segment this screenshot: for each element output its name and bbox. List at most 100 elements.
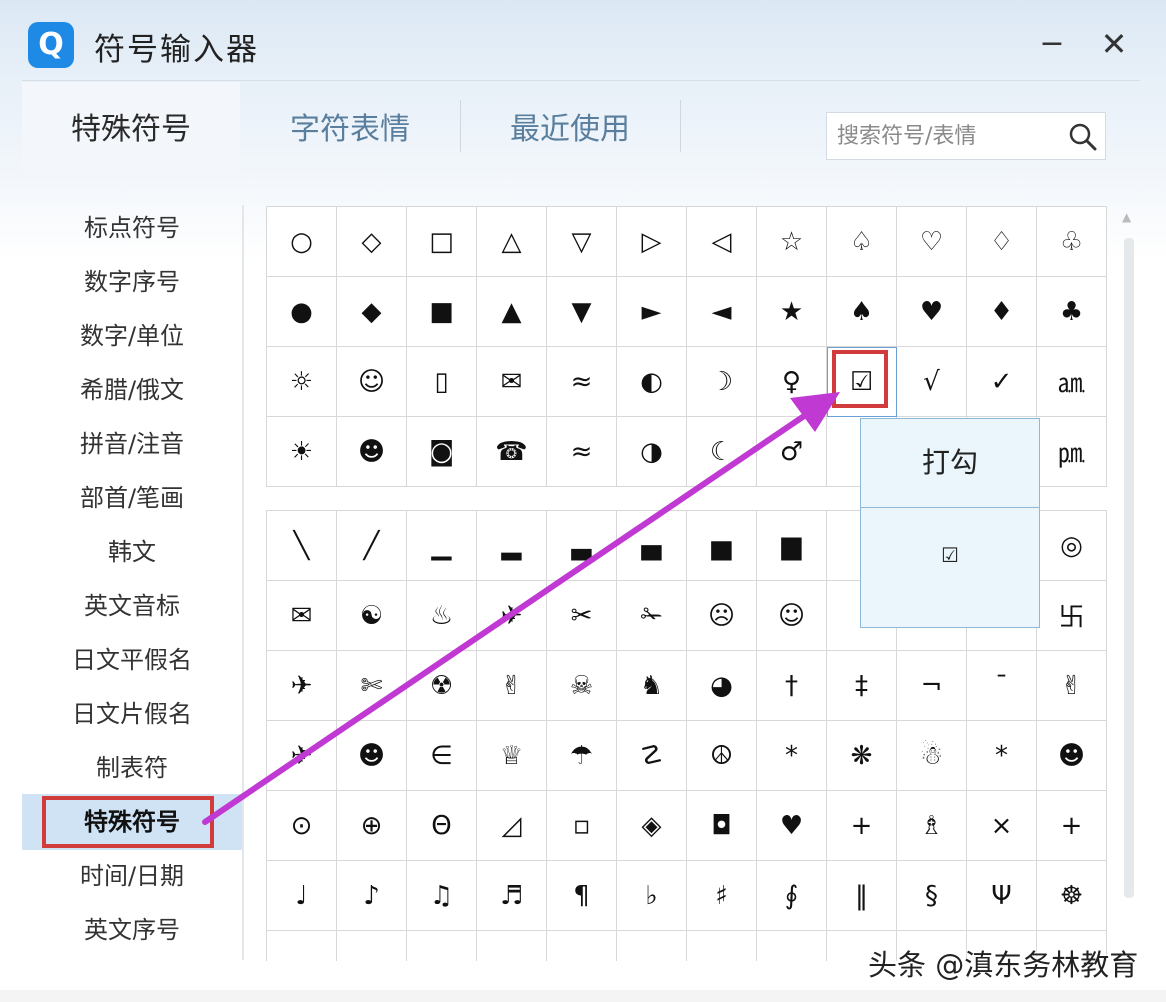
symbol-cell[interactable]: ◎ [1037,511,1107,581]
symbol-cell[interactable]: ☾ [687,417,757,487]
symbol-cell[interactable]: ♯ [687,861,757,931]
symbol-cell[interactable] [477,931,547,961]
sidebar-item-radicals-strokes[interactable]: 部首/笔画 [22,470,242,526]
symbol-cell[interactable]: ♩ [267,861,337,931]
tab-char-emoticons[interactable]: 字符表情 [240,82,460,178]
symbol-cell[interactable]: ☮ [687,721,757,791]
symbol-cell[interactable]: ♕ [477,721,547,791]
symbol-cell[interactable]: ≈ [547,347,617,417]
symbol-cell[interactable]: ☆ [757,207,827,277]
symbol-cell[interactable]: ☺ [337,347,407,417]
symbol-cell[interactable]: Θ [407,791,477,861]
symbol-cell[interactable]: ☡ [617,721,687,791]
symbol-cell[interactable]: ▫ [547,791,617,861]
symbol-cell[interactable]: ✁ [617,581,687,651]
symbol-cell[interactable]: ☺ [757,581,827,651]
scrollbar[interactable]: ▲ [1118,210,1140,960]
symbol-cell[interactable]: ▼ [547,277,617,347]
symbol-cell[interactable]: ♀ [757,347,827,417]
symbol-cell[interactable]: ✈ [477,581,547,651]
symbol-cell[interactable]: 卐 [1037,581,1107,651]
symbol-cell[interactable]: ㏂ [1037,347,1107,417]
symbol-cell[interactable]: ╱ [337,511,407,581]
symbol-cell[interactable]: ✂ [547,581,617,651]
symbol-cell[interactable]: ✓ [967,347,1037,417]
symbol-cell[interactable]: √ [897,347,967,417]
sidebar-item-box-drawing[interactable]: 制表符 [22,740,242,796]
symbol-cell[interactable]: ♥ [897,277,967,347]
symbol-cell[interactable]: ◄ [687,277,757,347]
symbol-cell[interactable]: ○ [267,207,337,277]
symbol-cell[interactable]: ☎ [477,417,547,487]
symbol-cell[interactable]: ☼ [267,347,337,417]
sidebar-item-punctuation[interactable]: 标点符号 [22,200,242,256]
symbol-cell[interactable]: ♢ [967,207,1037,277]
symbol-cell[interactable]: ■ [407,277,477,347]
symbol-cell[interactable]: ★ [757,277,827,347]
sidebar-item-hiragana[interactable]: 日文平假名 [22,632,242,688]
symbol-cell[interactable]: ▲ [477,277,547,347]
symbol-cell[interactable]: ▯ [407,347,477,417]
symbol-cell[interactable]: ▄ [617,511,687,581]
symbol-cell[interactable]: ☢ [407,651,477,721]
tab-recently-used[interactable]: 最近使用 [460,82,680,178]
minimize-button[interactable]: − [1032,24,1072,64]
symbol-cell[interactable]: ♤ [827,207,897,277]
symbol-cell[interactable]: ◇ [337,207,407,277]
symbol-cell[interactable]: ♣ [1037,277,1107,347]
symbol-cell[interactable]: △ [477,207,547,277]
symbol-cell[interactable] [617,931,687,961]
symbol-cell[interactable]: ☃ [897,721,967,791]
symbol-cell[interactable]: ♦ [967,277,1037,347]
symbol-cell[interactable]: ♠ [827,277,897,347]
symbol-cell[interactable]: ◆ [337,277,407,347]
symbol-cell[interactable]: ☽ [687,347,757,417]
sidebar-item-pinyin-zhuyin[interactable]: 拼音/注音 [22,416,242,472]
symbol-cell[interactable]: ▷ [617,207,687,277]
symbol-cell[interactable]: ▅ [687,511,757,581]
symbol-cell[interactable]: ▁ [407,511,477,581]
symbol-cell[interactable]: ◘ [687,791,757,861]
symbol-cell[interactable]: ⊙ [267,791,337,861]
scroll-up-arrow-icon[interactable]: ▲ [1122,210,1131,224]
symbol-cell[interactable] [337,931,407,961]
sidebar-item-time-date[interactable]: 时间/日期 [22,848,242,904]
close-button[interactable]: ✕ [1094,24,1134,64]
sidebar-item-english-ordinals[interactable]: 英文序号 [22,902,242,958]
symbol-cell[interactable]: ¬ [897,651,967,721]
symbol-cell[interactable]: ☻ [337,417,407,487]
sidebar-item-number-sequence[interactable]: 数字序号 [22,254,242,310]
symbol-cell[interactable]: ◁ [687,207,757,277]
symbol-cell[interactable]: ► [617,277,687,347]
symbol-cell[interactable]: ☸ [1037,861,1107,931]
symbol-cell[interactable]: ♭ [617,861,687,931]
symbol-cell[interactable] [687,931,757,961]
symbol-cell[interactable]: ♫ [407,861,477,931]
symbol-cell[interactable]: ☀ [267,417,337,487]
symbol-cell[interactable]: ▽ [547,207,617,277]
symbol-cell[interactable]: □ [407,207,477,277]
symbol-cell[interactable]: ▂ [477,511,547,581]
symbol-cell[interactable]: ♞ [617,651,687,721]
symbol-cell[interactable]: ♂ [757,417,827,487]
symbol-cell[interactable]: ✉ [477,347,547,417]
symbol-cell[interactable]: § [897,861,967,931]
symbol-cell[interactable]: ¶ [547,861,617,931]
symbol-cell[interactable]: ✉ [267,581,337,651]
symbol-cell[interactable]: ● [267,277,337,347]
symbol-cell[interactable]: ╲ [267,511,337,581]
symbol-cell[interactable]: ‡ [827,651,897,721]
symbol-cell[interactable]: ㏘ [1037,417,1107,487]
symbol-cell[interactable]: Ψ [967,861,1037,931]
symbol-cell[interactable]: ◿ [477,791,547,861]
symbol-cell[interactable]: ▃ [547,511,617,581]
symbol-cell[interactable]: ∈ [407,721,477,791]
symbol-cell[interactable]: ✌ [477,651,547,721]
tab-special-symbols[interactable]: 特殊符号 [22,82,240,178]
symbol-cell[interactable]: ☻ [337,721,407,791]
symbol-cell[interactable]: ◑ [617,417,687,487]
search-icon[interactable] [1065,119,1101,155]
symbol-cell[interactable] [267,931,337,961]
symbol-cell[interactable]: ◐ [617,347,687,417]
symbol-cell[interactable]: ❋ [827,721,897,791]
